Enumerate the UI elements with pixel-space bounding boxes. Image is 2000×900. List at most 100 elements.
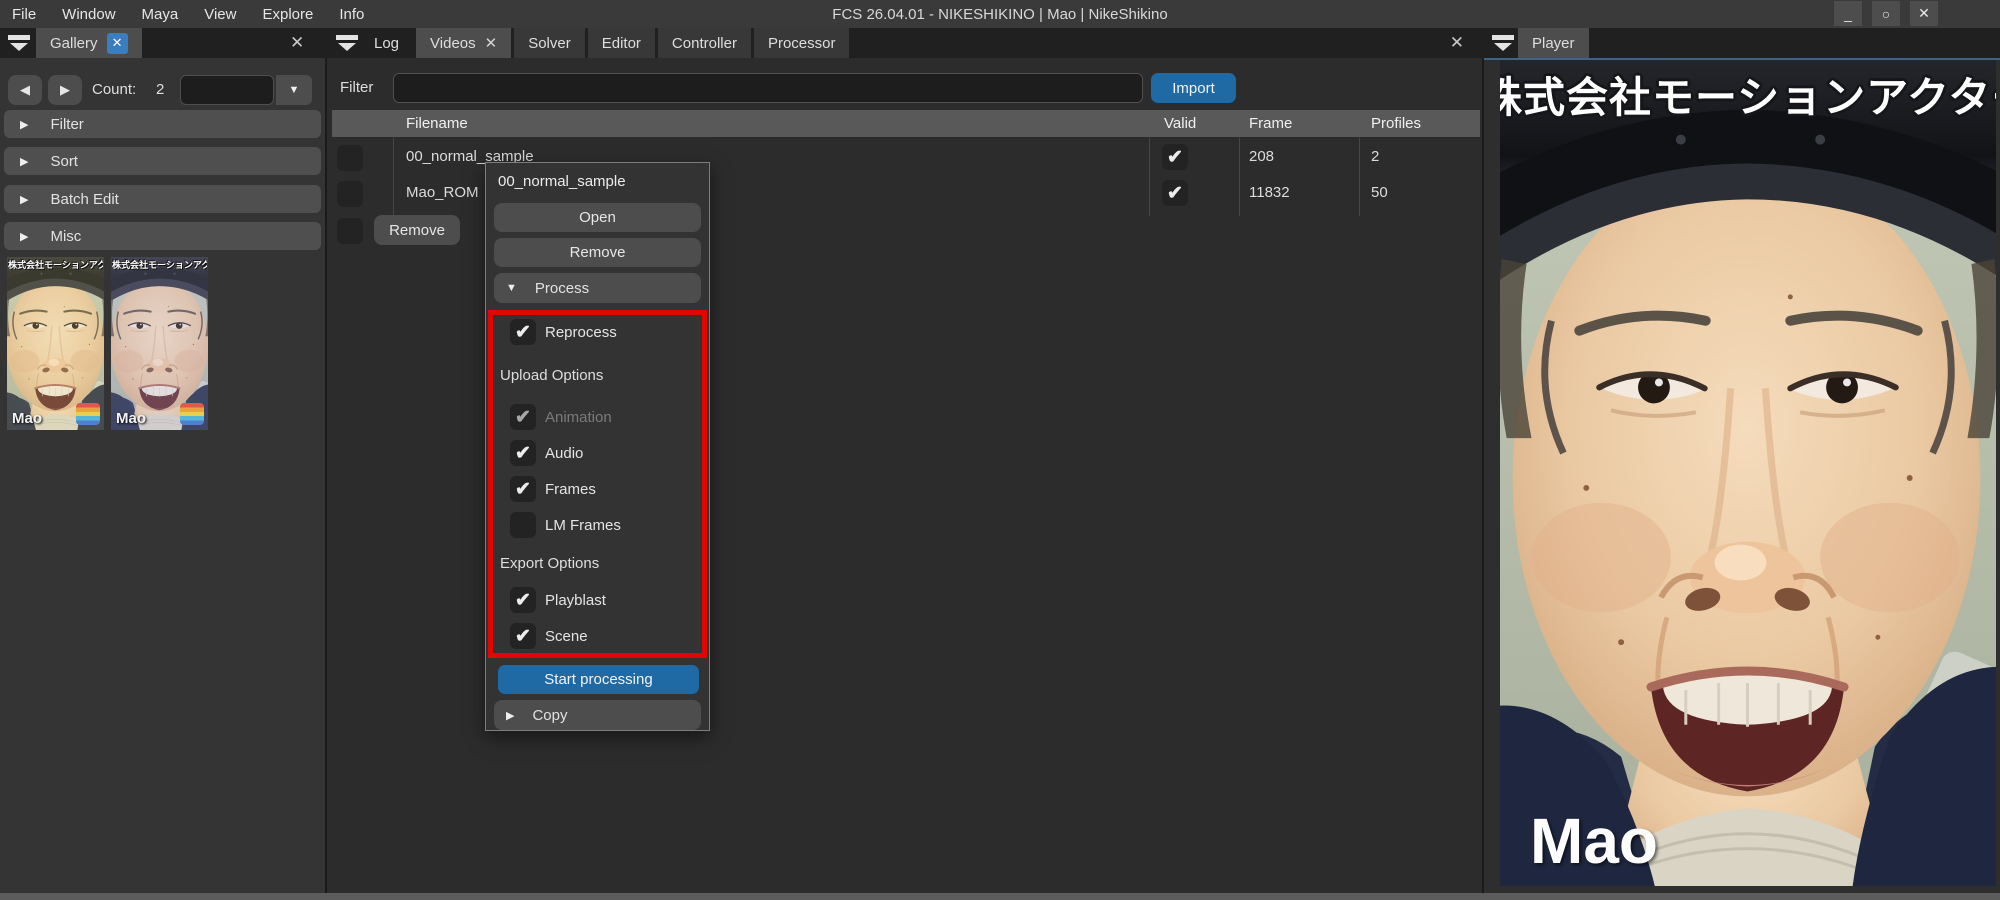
expand-arrow-icon: ▶	[506, 709, 514, 722]
tab-player-label: Player	[1532, 35, 1575, 52]
menu-item-file[interactable]: File	[12, 6, 36, 23]
gallery-dropdown-button[interactable]: ▼	[276, 75, 312, 105]
process-section-header[interactable]: ▼ Process	[494, 273, 701, 303]
tab-log[interactable]: Log	[360, 28, 413, 58]
column-filename[interactable]: Filename	[406, 115, 468, 132]
video-player[interactable]: 株式会社モーションアクター Mao	[1500, 60, 1996, 886]
remove-button[interactable]: Remove	[494, 238, 701, 267]
option-audio[interactable]: ✔ Audio	[510, 440, 583, 466]
close-panel-icon[interactable]: ✕	[290, 33, 304, 53]
menu-item-info[interactable]: Info	[339, 6, 364, 23]
valid-check: ✔	[1162, 144, 1188, 170]
menu-item-explore[interactable]: Explore	[262, 6, 313, 23]
option-playblast[interactable]: ✔ Playblast	[510, 587, 606, 613]
tab-videos[interactable]: Videos ✕	[416, 28, 511, 58]
minimize-button[interactable]: _	[1834, 1, 1862, 26]
check-icon: ✔	[515, 480, 531, 499]
prev-page-button[interactable]: ◀	[8, 75, 42, 105]
close-panel-icon[interactable]: ✕	[1450, 33, 1464, 53]
tab-solver[interactable]: Solver	[514, 28, 585, 58]
checkbox-checked[interactable]: ✔	[510, 587, 536, 613]
option-reprocess[interactable]: ✔ Reprocess	[510, 319, 617, 345]
section-misc-label: Misc	[50, 228, 81, 245]
option-lm-frames[interactable]: LM Frames	[510, 512, 621, 538]
maximize-button[interactable]: ○	[1872, 1, 1900, 26]
option-label: LM Frames	[545, 517, 621, 534]
check-icon: ✔	[515, 627, 531, 646]
checkbox-checked[interactable]: ✔	[510, 623, 536, 649]
video-name-overlay: Mao	[1530, 804, 1658, 878]
menu-item-maya[interactable]: Maya	[142, 6, 179, 23]
prev-icon: ◀	[20, 82, 30, 98]
section-batch-edit-label: Batch Edit	[50, 191, 118, 208]
column-profiles[interactable]: Profiles	[1371, 115, 1421, 132]
checkbox-checked[interactable]: ✔	[510, 476, 536, 502]
option-label: Playblast	[545, 592, 606, 609]
tab-player[interactable]: Player	[1518, 28, 1589, 58]
menu-item-view[interactable]: View	[204, 6, 236, 23]
copy-section-header[interactable]: ▶ Copy	[494, 700, 701, 730]
open-button-label: Open	[579, 209, 616, 226]
filter-input[interactable]	[393, 73, 1143, 103]
chevron-down-icon: ▼	[289, 84, 300, 96]
process-section-label: Process	[535, 280, 589, 297]
gallery-tabbar: Gallery ✕ ✕	[0, 28, 325, 58]
next-icon: ▶	[60, 82, 70, 98]
window-controls: _ ○ ✕	[1834, 1, 1938, 26]
checkbox-checked: ✔	[510, 404, 536, 430]
export-options-header: Export Options	[500, 555, 599, 572]
gallery-thumbnail[interactable]: 株式会社モーションアクター Mao	[7, 257, 104, 430]
column-frame[interactable]: Frame	[1249, 115, 1292, 132]
close-window-button[interactable]: ✕	[1910, 1, 1938, 26]
cell-filename: Mao_ROM	[406, 184, 479, 201]
section-sort[interactable]: ▶ Sort	[4, 147, 321, 175]
collapse-arrow-icon: ▼	[506, 282, 517, 294]
checkbox-checked[interactable]: ✔	[510, 440, 536, 466]
section-batch-edit[interactable]: ▶ Batch Edit	[4, 185, 321, 213]
context-menu: 00_normal_sample Open Remove ▼ Process ✔…	[485, 162, 710, 731]
gallery-thumbnail[interactable]: 株式会社モーションアクター Mao	[111, 257, 208, 430]
remove-selected-button[interactable]: Remove	[374, 215, 460, 245]
menu-item-window[interactable]: Window	[62, 6, 115, 23]
checkbox-checked[interactable]: ✔	[510, 319, 536, 345]
next-page-button[interactable]: ▶	[48, 75, 82, 105]
panel-menu-funnel-icon[interactable]	[1492, 35, 1514, 51]
tab-strip: Gallery ✕ ✕ Log Videos ✕ Solver Editor C…	[0, 28, 2000, 58]
videos-panel: Filter Import Filename Valid Frame Profi…	[327, 58, 1482, 893]
import-button[interactable]: Import	[1151, 73, 1236, 103]
cell-frame: 11832	[1249, 184, 1290, 201]
tab-editor[interactable]: Editor	[588, 28, 655, 58]
select-all-checkbox[interactable]	[337, 218, 363, 244]
section-filter[interactable]: ▶ Filter	[4, 110, 321, 138]
row-select-checkbox[interactable]	[337, 181, 363, 207]
expand-arrow-icon: ▶	[20, 155, 28, 168]
thumbnail-caption: 株式会社モーションアクター	[112, 258, 207, 271]
count-value: 2	[156, 75, 164, 105]
column-valid[interactable]: Valid	[1164, 115, 1196, 132]
open-button[interactable]: Open	[494, 203, 701, 232]
menu-bar: File Window Maya View Explore Info FCS 2…	[0, 0, 2000, 28]
tab-gallery-label: Gallery	[50, 35, 98, 52]
panel-menu-funnel-icon[interactable]	[8, 35, 30, 51]
panel-menu-funnel-icon[interactable]	[336, 35, 358, 51]
option-frames[interactable]: ✔ Frames	[510, 476, 596, 502]
tab-videos-label: Videos	[430, 35, 476, 52]
row-select-checkbox[interactable]	[337, 145, 363, 171]
close-videos-tab-icon[interactable]: ✕	[485, 34, 498, 52]
check-icon: ✔	[515, 323, 531, 342]
check-icon: ✔	[515, 444, 531, 463]
check-icon: ✔	[515, 408, 531, 427]
upload-options-header: Upload Options	[500, 367, 603, 384]
option-label: Audio	[545, 445, 583, 462]
close-gallery-tab-icon[interactable]: ✕	[107, 33, 128, 54]
tab-controller[interactable]: Controller	[658, 28, 751, 58]
tab-gallery[interactable]: Gallery ✕	[36, 28, 142, 58]
rainbow-profile-icon	[180, 403, 204, 425]
section-misc[interactable]: ▶ Misc	[4, 222, 321, 250]
option-scene[interactable]: ✔ Scene	[510, 623, 588, 649]
tab-processor[interactable]: Processor	[754, 28, 850, 58]
start-processing-label: Start processing	[544, 671, 652, 688]
checkbox-unchecked[interactable]	[510, 512, 536, 538]
start-processing-button[interactable]: Start processing	[498, 665, 699, 694]
gallery-filter-field[interactable]	[180, 75, 274, 105]
